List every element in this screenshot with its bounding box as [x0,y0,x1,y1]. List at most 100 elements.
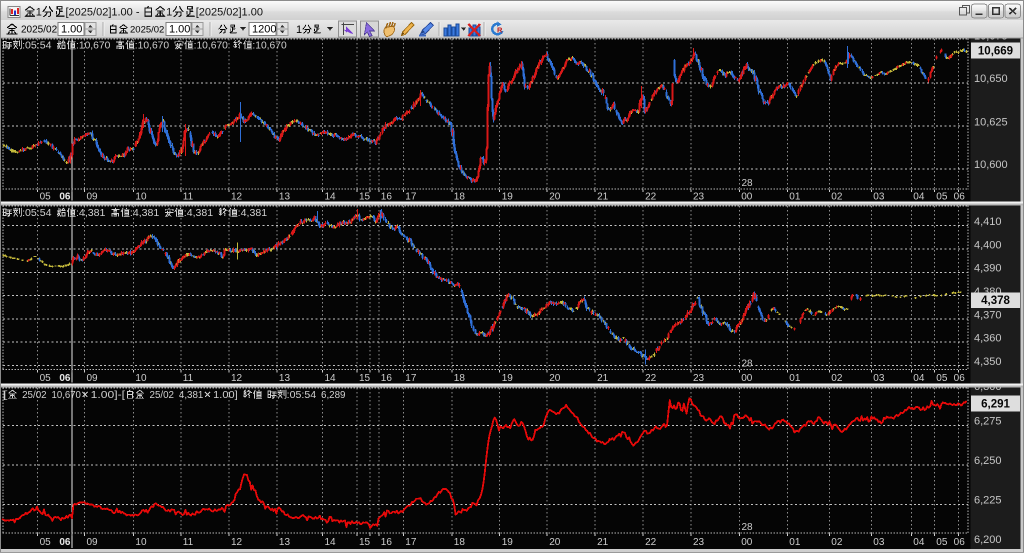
svg-text:05: 05 [936,373,948,384]
svg-text:16: 16 [381,192,393,203]
svg-text:05: 05 [936,537,948,548]
svg-text:R: R [497,26,503,35]
svg-text:05: 05 [40,192,52,203]
svg-text:05: 05 [40,373,52,384]
svg-text:4,360: 4,360 [974,333,1002,345]
svg-text:4,378: 4,378 [981,295,1010,307]
svg-text:4,350: 4,350 [974,356,1002,368]
svg-text::4,381: :4,381 [130,208,159,219]
svg-text:10,669: 10,669 [978,46,1013,58]
svg-text:6,250: 6,250 [974,455,1002,467]
svg-text:23: 23 [693,537,705,548]
svg-text:09: 09 [87,373,99,384]
svg-text:1.00]: 1.00] [213,390,238,401]
svg-text::10,670: :10,670 [135,40,170,51]
svg-text:04: 04 [913,192,925,203]
svg-text:22: 22 [645,192,657,203]
svg-text:14: 14 [325,373,337,384]
svg-text:06: 06 [59,537,71,548]
svg-text:04: 04 [913,373,925,384]
svg-text::4,381: :4,381 [238,208,267,219]
svg-text:15: 15 [359,192,371,203]
svg-text:2025/02: 2025/02 [21,25,58,36]
svg-text:10: 10 [135,192,147,203]
svg-text:03: 03 [873,373,885,384]
svg-text:2025/02: 2025/02 [130,25,164,36]
svg-text:10,600: 10,600 [974,159,1008,171]
svg-text:14: 14 [325,192,337,203]
svg-text:4,410: 4,410 [974,216,1002,228]
svg-text:1.00: 1.00 [61,24,82,36]
svg-text:22: 22 [645,373,657,384]
svg-text:1: 1 [166,6,172,18]
svg-text:6,200: 6,200 [974,534,1002,546]
svg-text:6,291: 6,291 [981,399,1010,411]
svg-text:19: 19 [502,192,514,203]
svg-text:[2025/02]1.00 -: [2025/02]1.00 - [66,6,140,18]
svg-text:10: 10 [135,373,147,384]
svg-text:22: 22 [645,537,657,548]
svg-text:1.00: 1.00 [169,24,190,36]
svg-text:06: 06 [59,373,71,384]
svg-text:10,650: 10,650 [974,73,1008,85]
svg-text:19: 19 [502,537,514,548]
svg-text:11: 11 [183,373,194,384]
svg-text:[: [ [3,390,8,401]
svg-text:6,275: 6,275 [974,416,1002,428]
svg-text::10,670: :10,670 [194,40,229,51]
svg-text:1: 1 [296,24,302,36]
svg-text:11: 11 [183,192,194,203]
svg-text:1200: 1200 [252,24,276,36]
svg-text:28: 28 [742,522,754,533]
svg-text:28: 28 [742,178,754,189]
svg-text:21: 21 [597,192,609,203]
svg-text:01: 01 [789,373,801,384]
svg-text:21: 21 [597,537,609,548]
svg-text:06: 06 [59,192,71,203]
svg-text:15: 15 [359,373,371,384]
svg-text:14: 14 [325,537,337,548]
svg-text:06: 06 [954,537,966,548]
svg-text:09: 09 [87,192,99,203]
svg-text::4,381: :4,381 [184,208,213,219]
svg-text:00: 00 [741,537,753,548]
svg-text:00: 00 [741,373,753,384]
svg-text:18: 18 [454,192,466,203]
svg-text::05:54: :05:54 [287,390,317,401]
svg-text:[2025/02]1.00: [2025/02]1.00 [196,6,263,18]
svg-text:06: 06 [954,192,966,203]
svg-text:4,400: 4,400 [974,239,1002,251]
svg-text:04: 04 [913,537,925,548]
svg-text:19: 19 [502,373,514,384]
svg-text:25/02: 25/02 [150,390,175,401]
svg-text:03: 03 [873,537,885,548]
svg-text:05: 05 [40,537,52,548]
svg-text:25/02: 25/02 [22,390,46,401]
svg-text:15: 15 [359,537,371,548]
svg-text:01: 01 [789,537,801,548]
svg-text:6,289: 6,289 [321,390,346,401]
svg-text:10,625: 10,625 [974,116,1008,128]
svg-text:1.00]-[: 1.00]-[ [91,390,126,401]
svg-text:13: 13 [279,373,291,384]
svg-text::10,670: :10,670 [76,40,111,51]
svg-text:23: 23 [693,373,705,384]
svg-text:01: 01 [789,192,801,203]
svg-text:23: 23 [693,192,705,203]
svg-text:11: 11 [183,537,194,548]
svg-text:18: 18 [454,373,466,384]
svg-text:05: 05 [936,192,948,203]
svg-text:18: 18 [454,537,466,548]
svg-text:4,370: 4,370 [974,309,1002,321]
svg-text:6,225: 6,225 [974,495,1002,507]
svg-text:13: 13 [279,192,291,203]
svg-text:06: 06 [954,373,966,384]
svg-text:20: 20 [549,537,561,548]
svg-text:28: 28 [742,359,754,370]
svg-text:09: 09 [87,537,99,548]
svg-text:1: 1 [36,6,42,18]
svg-text:12: 12 [231,537,243,548]
svg-text:16: 16 [381,373,393,384]
svg-text:16: 16 [381,537,393,548]
svg-text:4,390: 4,390 [974,263,1002,275]
